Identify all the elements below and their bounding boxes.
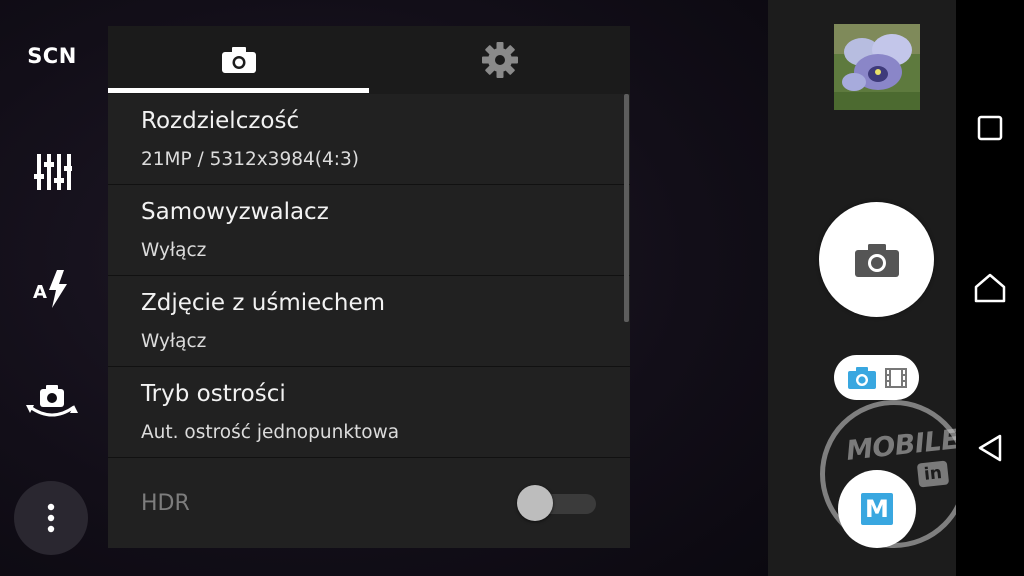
more-options-button[interactable]	[14, 481, 88, 555]
setting-resolution[interactable]: Rozdzielczość 21MP / 5312x3984(4:3)	[108, 94, 630, 185]
setting-title: Tryb ostrości	[141, 381, 286, 407]
setting-smile-shutter[interactable]: Zdjęcie z uśmiechem Wyłącz	[108, 276, 630, 367]
settings-panel: Rozdzielczość 21MP / 5312x3984(4:3) Samo…	[108, 26, 630, 548]
settings-tabs	[108, 26, 630, 94]
setting-value: Aut. ostrość jednopunktowa	[141, 422, 400, 443]
camera-icon	[221, 47, 256, 73]
hdr-label: HDR	[141, 491, 190, 516]
back-button[interactable]	[970, 428, 1010, 468]
active-tab-indicator	[108, 88, 369, 93]
manual-mode-badge: M	[861, 493, 893, 525]
tab-camera-settings[interactable]	[108, 26, 369, 94]
video-mode-icon	[884, 367, 907, 388]
setting-value: Wyłącz	[141, 240, 207, 261]
sliders-icon[interactable]	[24, 152, 80, 196]
scrollbar[interactable]	[624, 94, 629, 322]
shutter-button[interactable]	[819, 202, 934, 317]
navigation-bar	[956, 0, 1024, 576]
manual-mode-button[interactable]: M	[838, 470, 916, 548]
photo-video-switch[interactable]	[834, 355, 919, 400]
tab-general-settings[interactable]	[369, 26, 630, 94]
scene-button[interactable]: SCN	[24, 44, 80, 68]
photo-mode-icon	[847, 366, 876, 389]
home-icon	[974, 273, 1006, 303]
setting-title: Samowyzwalacz	[141, 199, 329, 225]
camera-icon	[854, 243, 899, 277]
recents-button[interactable]	[970, 108, 1010, 148]
switch-camera-icon[interactable]	[24, 383, 80, 429]
back-icon	[978, 434, 1002, 462]
settings-list: Rozdzielczość 21MP / 5312x3984(4:3) Samo…	[108, 94, 630, 458]
setting-title: Rozdzielczość	[141, 108, 300, 134]
watermark-badge: in	[916, 460, 950, 488]
auto-flash-icon[interactable]: A	[24, 268, 80, 314]
last-photo-thumbnail[interactable]	[834, 24, 920, 110]
gear-icon	[481, 42, 518, 78]
more-vert-icon	[47, 503, 55, 533]
camera-controls: MOBILE in M	[768, 0, 968, 576]
setting-focus-mode[interactable]: Tryb ostrości Aut. ostrość jednopunktowa	[108, 367, 630, 458]
recents-icon	[977, 115, 1003, 141]
svg-text:A: A	[33, 282, 47, 303]
home-button[interactable]	[970, 268, 1010, 308]
setting-value: 21MP / 5312x3984(4:3)	[141, 149, 359, 170]
setting-self-timer[interactable]: Samowyzwalacz Wyłącz	[108, 185, 630, 276]
setting-title: Zdjęcie z uśmiechem	[141, 290, 386, 316]
setting-value: Wyłącz	[141, 331, 207, 352]
hdr-toggle-knob[interactable]	[517, 485, 553, 521]
